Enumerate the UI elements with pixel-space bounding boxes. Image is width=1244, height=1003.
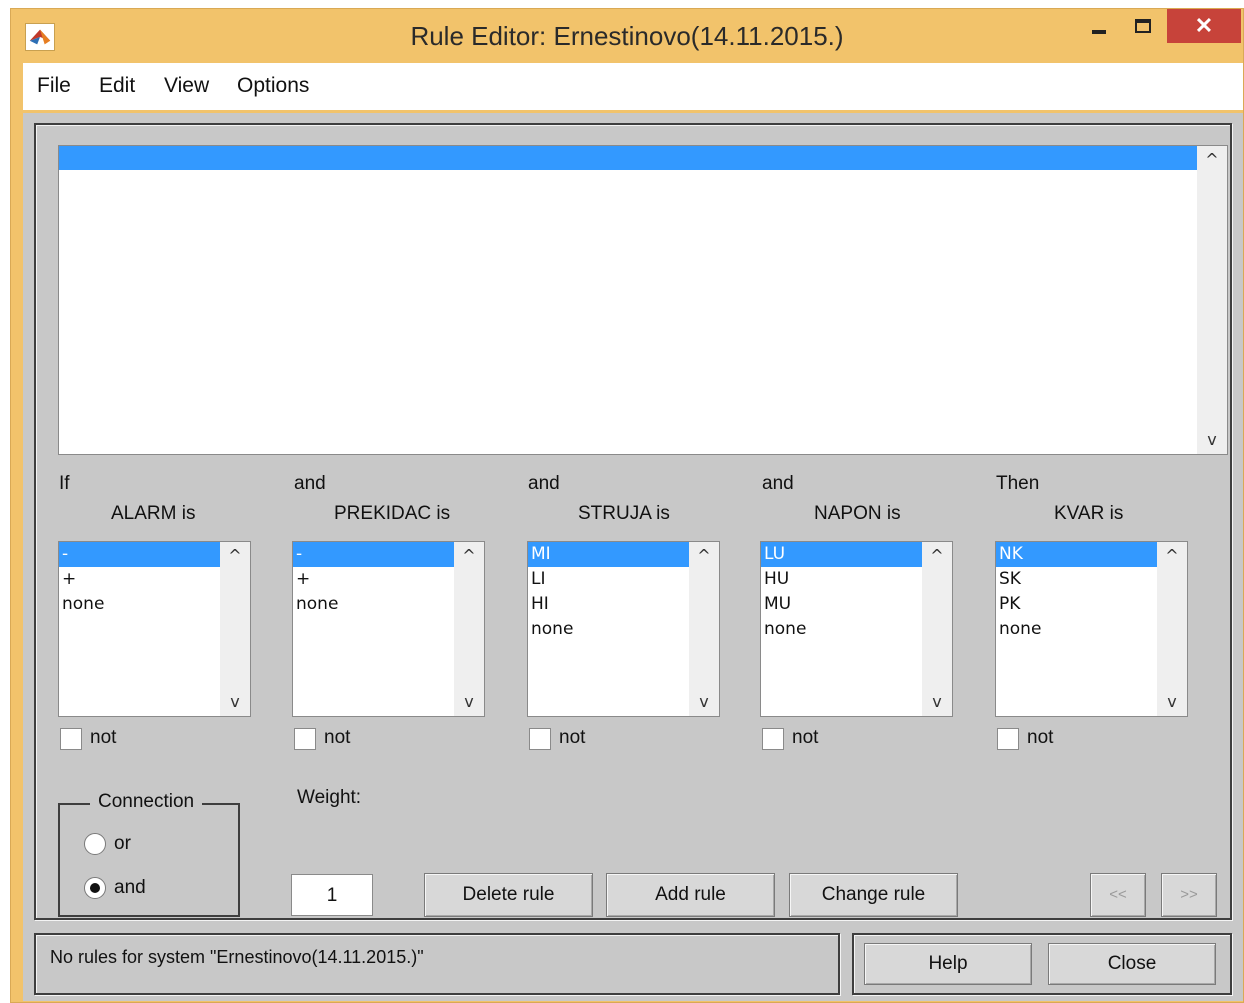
- alarm-not-checkbox[interactable]: [60, 728, 82, 750]
- list-item[interactable]: SK: [996, 567, 1159, 592]
- scroll-down-icon[interactable]: v: [689, 690, 719, 714]
- struja-scrollbar[interactable]: ^ v: [689, 542, 719, 716]
- napon-not-checkbox[interactable]: [762, 728, 784, 750]
- and-radio[interactable]: [84, 877, 106, 899]
- next-rule-button[interactable]: >>: [1161, 873, 1217, 917]
- scroll-up-icon[interactable]: ^: [454, 544, 484, 568]
- kvar-listbox[interactable]: NK SK PK none ^ v: [995, 541, 1188, 717]
- menu-edit[interactable]: Edit: [99, 74, 135, 98]
- weight-input[interactable]: 1: [291, 874, 373, 916]
- radio-selected-icon: [90, 883, 100, 893]
- or-label: or: [114, 833, 131, 854]
- prekidac-scrollbar[interactable]: ^ v: [454, 542, 484, 716]
- rule-editor-window: Rule Editor: Ernestinovo(14.11.2015.) ✕ …: [10, 8, 1244, 1003]
- napon-listbox[interactable]: LU HU MU none ^ v: [760, 541, 953, 717]
- connection-group: Connection or and: [58, 791, 240, 917]
- scroll-down-icon[interactable]: v: [1157, 690, 1187, 714]
- kvar-not-label: not: [1027, 727, 1054, 748]
- delete-rule-button[interactable]: Delete rule: [424, 873, 593, 917]
- menu-bar: File Edit View Options: [23, 63, 1243, 110]
- list-item[interactable]: MU: [761, 592, 924, 617]
- rules-list-selection: [59, 146, 1197, 170]
- kvar-scrollbar[interactable]: ^ v: [1157, 542, 1187, 716]
- list-item[interactable]: none: [293, 592, 456, 617]
- weight-label: Weight:: [297, 787, 362, 808]
- scroll-down-icon[interactable]: v: [454, 690, 484, 714]
- napon-scrollbar[interactable]: ^ v: [922, 542, 952, 716]
- window-close-button[interactable]: ✕: [1167, 9, 1241, 43]
- list-item[interactable]: HU: [761, 567, 924, 592]
- rules-list-scrollbar[interactable]: ^ v: [1197, 146, 1227, 454]
- alarm-listbox[interactable]: - + none ^ v: [58, 541, 251, 717]
- scroll-up-icon[interactable]: ^: [220, 544, 250, 568]
- and-label: and: [528, 473, 560, 494]
- window-title: Rule Editor: Ernestinovo(14.11.2015.): [410, 21, 844, 51]
- title-bar[interactable]: Rule Editor: Ernestinovo(14.11.2015.) ✕: [11, 9, 1243, 65]
- change-rule-button[interactable]: Change rule: [789, 873, 958, 917]
- alarm-label: ALARM is: [111, 503, 196, 524]
- prekidac-label: PREKIDAC is: [334, 503, 451, 524]
- scroll-down-icon[interactable]: v: [1197, 428, 1227, 452]
- close-button[interactable]: Close: [1048, 943, 1216, 985]
- scroll-up-icon[interactable]: ^: [689, 544, 719, 568]
- list-item[interactable]: none: [528, 617, 691, 642]
- list-item[interactable]: PK: [996, 592, 1159, 617]
- list-item[interactable]: +: [293, 567, 456, 592]
- struja-listbox[interactable]: MI LI HI none ^ v: [527, 541, 720, 717]
- then-label: Then: [996, 473, 1040, 494]
- list-item[interactable]: none: [59, 592, 222, 617]
- or-radio[interactable]: [84, 833, 106, 855]
- list-item[interactable]: +: [59, 567, 222, 592]
- kvar-not-checkbox[interactable]: [997, 728, 1019, 750]
- status-panel: No rules for system "Ernestinovo(14.11.2…: [34, 933, 840, 995]
- add-rule-button[interactable]: Add rule: [606, 873, 775, 917]
- napon-label: NAPON is: [814, 503, 901, 524]
- connection-title: Connection: [90, 791, 203, 813]
- alarm-scrollbar[interactable]: ^ v: [220, 542, 250, 716]
- list-item[interactable]: none: [996, 617, 1159, 642]
- and-label: and: [762, 473, 794, 494]
- minimize-icon: [1092, 30, 1106, 34]
- list-item[interactable]: -: [59, 542, 222, 567]
- scroll-up-icon[interactable]: ^: [922, 544, 952, 568]
- help-button[interactable]: Help: [864, 943, 1032, 985]
- prekidac-not-checkbox[interactable]: [294, 728, 316, 750]
- scroll-up-icon[interactable]: ^: [1157, 544, 1187, 568]
- and-connection-label: and: [114, 877, 146, 898]
- maximize-button[interactable]: [1123, 9, 1163, 43]
- help-close-panel: Help Close: [852, 933, 1232, 995]
- and-label: and: [294, 473, 326, 494]
- list-item[interactable]: LU: [761, 542, 924, 567]
- list-item[interactable]: -: [293, 542, 456, 567]
- struja-not-checkbox[interactable]: [529, 728, 551, 750]
- menu-options[interactable]: Options: [237, 74, 309, 98]
- minimize-button[interactable]: [1079, 9, 1119, 43]
- client-area: ^ v If ALARM is - + none ^ v not and PRE…: [23, 113, 1243, 1001]
- scroll-down-icon[interactable]: v: [220, 690, 250, 714]
- list-item[interactable]: MI: [528, 542, 691, 567]
- struja-label: STRUJA is: [578, 503, 670, 524]
- alarm-not-label: not: [90, 727, 117, 748]
- previous-rule-button[interactable]: <<: [1090, 873, 1146, 917]
- scroll-down-icon[interactable]: v: [922, 690, 952, 714]
- list-item[interactable]: HI: [528, 592, 691, 617]
- prekidac-listbox[interactable]: - + none ^ v: [292, 541, 485, 717]
- if-label: If: [59, 473, 70, 494]
- scroll-up-icon[interactable]: ^: [1197, 148, 1227, 172]
- status-message: No rules for system "Ernestinovo(14.11.2…: [50, 947, 424, 967]
- close-icon: ✕: [1194, 13, 1214, 38]
- napon-not-label: not: [792, 727, 819, 748]
- menu-file[interactable]: File: [37, 74, 71, 98]
- menu-view[interactable]: View: [164, 74, 209, 98]
- list-item[interactable]: none: [761, 617, 924, 642]
- kvar-label: KVAR is: [1054, 503, 1124, 524]
- rules-listbox[interactable]: ^ v: [58, 145, 1228, 455]
- struja-not-label: not: [559, 727, 586, 748]
- maximize-icon: [1135, 19, 1151, 33]
- list-item[interactable]: LI: [528, 567, 691, 592]
- list-item[interactable]: NK: [996, 542, 1159, 567]
- prekidac-not-label: not: [324, 727, 351, 748]
